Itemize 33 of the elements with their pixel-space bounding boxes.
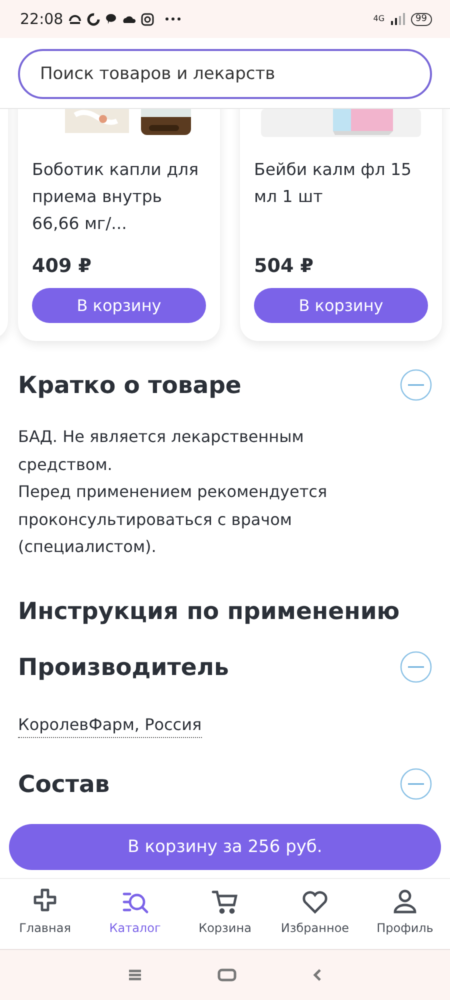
search-field[interactable]: Поиск товаров и лекарств [18, 49, 432, 99]
home-icon[interactable] [217, 968, 237, 982]
description-paragraph: Перед применением рекомендуется проконсультироваться с врачом (специалистом). [18, 481, 328, 558]
section-title: Кратко о товаре [18, 371, 242, 399]
nav-tab[interactable]: Каталог [90, 879, 180, 949]
network-label: 4G [373, 15, 385, 23]
nav-tab[interactable]: Главная [0, 879, 90, 949]
c-logo-icon [87, 12, 100, 26]
back-icon[interactable] [312, 968, 322, 982]
more-icon [165, 17, 182, 21]
product-title[interactable]: Боботик капли для приема внутрь 66,66 мг/... [32, 156, 206, 237]
nav-tab[interactable]: Профиль [360, 879, 450, 949]
product-title[interactable]: Бейби калм фл 15 мл 1 шт [254, 156, 428, 237]
cloud-icon [122, 14, 136, 24]
manufacturer-link[interactable]: КоролевФарм, Россия [18, 712, 202, 738]
add-to-cart-button[interactable]: В корзину за 256 руб. [9, 824, 441, 870]
section-title: Инструкция по применению [18, 596, 400, 624]
nav-tab[interactable]: Избранное [270, 879, 360, 949]
add-to-cart-button[interactable]: В корзину [254, 288, 428, 323]
nav-tab[interactable]: Корзина [180, 879, 270, 949]
section-title: Состав [18, 770, 110, 798]
section-title: Производитель [18, 652, 229, 680]
product-price: 409 ₽ [32, 255, 92, 277]
description-paragraph: БАД. Не является лекарственным средством. [18, 426, 305, 476]
add-to-cart-button[interactable]: В корзину [32, 288, 206, 323]
battery-level: 99 [410, 12, 432, 26]
sync-icon [68, 13, 82, 25]
product-price: 504 ₽ [254, 255, 314, 277]
menu-icon[interactable] [128, 969, 142, 981]
clock: 22:08 [20, 10, 64, 28]
signal-icon [390, 13, 405, 25]
chat-icon [105, 13, 118, 25]
camera-icon [141, 12, 154, 26]
